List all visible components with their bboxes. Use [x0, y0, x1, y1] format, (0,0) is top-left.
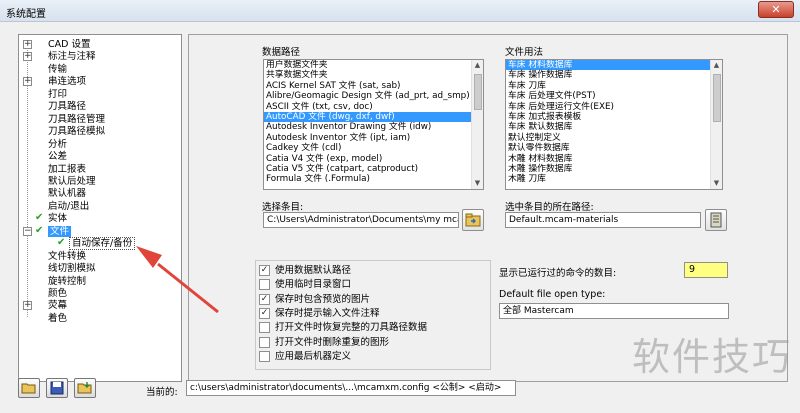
watermark: 软件技巧	[631, 335, 792, 379]
